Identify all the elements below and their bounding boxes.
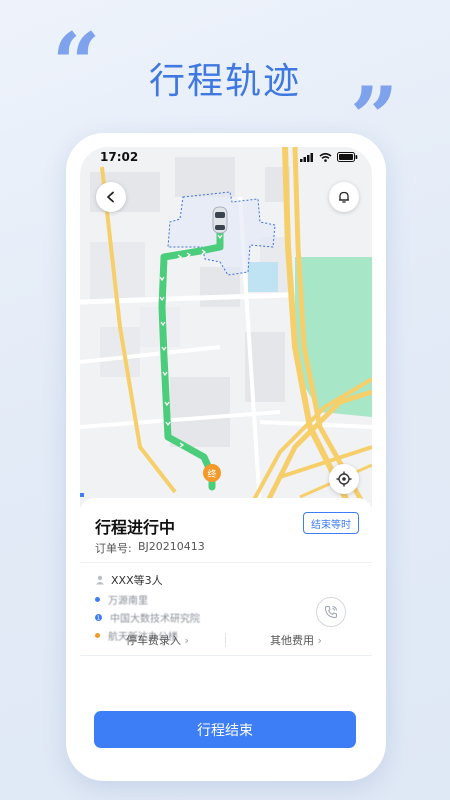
bell-icon bbox=[339, 191, 349, 203]
person-icon bbox=[96, 575, 104, 585]
trip-info-sheet: 行程进行中 结束等时 订单号: BJ20210413 XXX等3人 万源南里 1 bbox=[80, 498, 372, 767]
chevron-right-icon: › bbox=[317, 634, 322, 647]
car-icon bbox=[212, 206, 228, 234]
waypoint-icon: 1 bbox=[95, 614, 102, 621]
phone-call-icon bbox=[325, 606, 337, 618]
stop-item: 1 中国大数技术研究院 bbox=[95, 610, 200, 625]
svg-text:终: 终 bbox=[207, 468, 216, 480]
parking-fee-entry-link[interactable]: 停车费录入 › bbox=[126, 632, 189, 648]
divider bbox=[80, 562, 372, 563]
stop-label: 万源南里 bbox=[108, 596, 148, 607]
finish-trip-button[interactable]: 行程结束 bbox=[94, 711, 356, 748]
signal-icon bbox=[300, 152, 313, 162]
status-bar: 17:02 bbox=[80, 147, 372, 167]
stop-item: 万源南里 bbox=[95, 592, 148, 607]
order-number-label: 订单号: bbox=[95, 542, 132, 555]
other-fee-label: 其他费用 bbox=[270, 634, 314, 647]
status-time: 17:02 bbox=[100, 150, 139, 164]
passenger-row: XXX等3人 bbox=[95, 572, 163, 588]
divider bbox=[80, 655, 372, 656]
phone-frame: 终 17:02 行程进行中 结束等时 订单号: BJ20210413 XXX等3… bbox=[66, 133, 386, 781]
notification-button[interactable] bbox=[329, 182, 359, 212]
locate-button[interactable] bbox=[329, 464, 359, 494]
passenger-summary: XXX等3人 bbox=[111, 574, 163, 587]
stop-label: 中国大数技术研究院 bbox=[110, 614, 200, 625]
end-dot-icon bbox=[95, 633, 100, 638]
chevron-right-icon: › bbox=[184, 634, 189, 647]
divider bbox=[225, 633, 226, 647]
battery-icon bbox=[337, 152, 358, 162]
back-button[interactable] bbox=[96, 182, 126, 212]
start-dot-icon bbox=[95, 597, 100, 602]
other-fees-link[interactable]: 其他费用 › bbox=[270, 632, 322, 648]
back-icon bbox=[107, 191, 114, 203]
svg-text:1: 1 bbox=[97, 616, 101, 621]
call-button[interactable] bbox=[316, 597, 346, 627]
wifi-icon bbox=[319, 152, 332, 162]
locate-icon bbox=[336, 471, 352, 487]
end-point-pin: 终 bbox=[203, 464, 221, 482]
phone-screen: 终 17:02 行程进行中 结束等时 订单号: BJ20210413 XXX等3… bbox=[80, 147, 372, 767]
order-number-value: BJ20210413 bbox=[138, 540, 205, 553]
parking-fee-label: 停车费录入 bbox=[126, 634, 181, 647]
end-wait-button[interactable]: 结束等时 bbox=[303, 512, 359, 534]
trip-status-title: 行程进行中 bbox=[95, 518, 176, 537]
